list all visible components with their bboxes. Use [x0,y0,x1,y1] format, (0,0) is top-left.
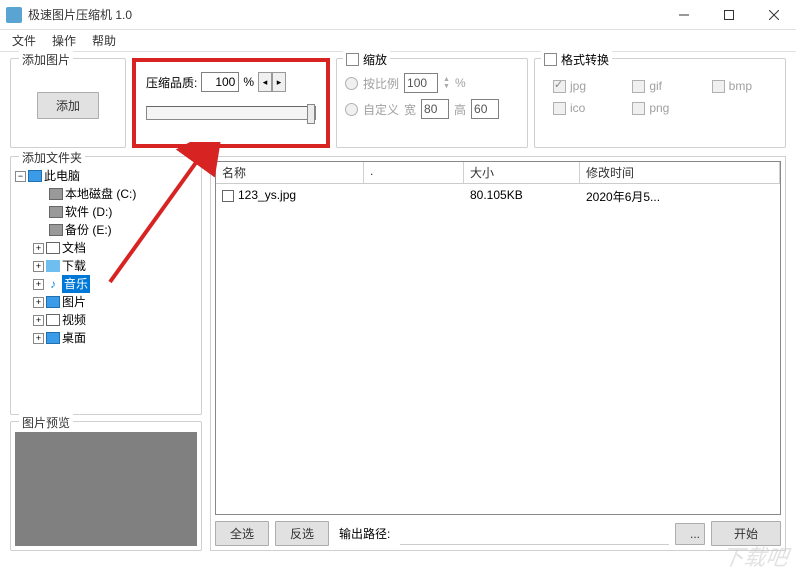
collapse-icon[interactable]: − [15,171,26,182]
col-name[interactable]: 名称 [216,162,364,183]
ratio-input [404,73,438,93]
drive-icon [49,224,63,236]
expand-icon[interactable]: + [33,279,44,290]
row-checkbox[interactable] [222,190,234,202]
desktop-icon [46,332,60,344]
quality-step-left-icon[interactable]: ◂ [258,72,272,92]
quality-step-right-icon[interactable]: ▸ [272,72,286,92]
png-label: png [649,101,669,115]
node-videos[interactable]: 视频 [62,311,86,329]
preview-group: 图片预览 [10,421,202,551]
bmp-checkbox [712,80,725,93]
file-panel: 名称 . 大小 修改时间 123_ys.jpg 80.105KB 2020年6月… [210,156,786,551]
menu-file[interactable]: 文件 [4,30,44,51]
scale-legend: 缩放 [363,51,387,68]
list-row[interactable]: 123_ys.jpg 80.105KB 2020年6月5... [216,184,780,209]
w-label: 宽 [404,101,416,118]
invert-select-button[interactable]: 反选 [275,521,329,546]
width-input [421,99,449,119]
height-input [471,99,499,119]
pc-icon [28,170,42,182]
node-drive-d[interactable]: 软件 (D:) [65,203,112,221]
ratio-radio [345,77,358,90]
preview-area [15,432,197,546]
col-date[interactable]: 修改时间 [580,162,780,183]
bmp-label: bmp [729,79,752,93]
expand-icon[interactable]: + [33,333,44,344]
list-header: 名称 . 大小 修改时间 [216,162,780,184]
quality-label: 压缩品质: [146,74,197,91]
quality-slider[interactable] [146,106,316,120]
window-title: 极速图片压缩机 1.0 [28,6,661,23]
document-icon [46,242,60,254]
quality-unit: % [243,75,254,89]
expand-icon[interactable]: + [33,315,44,326]
expand-icon[interactable]: + [33,261,44,272]
col-dot[interactable]: . [364,162,464,183]
node-drive-c[interactable]: 本地磁盘 (C:) [65,185,136,203]
add-picture-legend: 添加图片 [19,51,73,68]
row-date: 2020年6月5... [580,186,780,207]
maximize-button[interactable] [706,0,751,29]
gif-label: gif [649,79,662,93]
format-legend: 格式转换 [561,51,609,68]
node-downloads[interactable]: 下载 [62,257,86,275]
folder-group: 添加文件夹 −此电脑 本地磁盘 (C:) 软件 (D:) 备份 (E:) +文档… [10,156,202,415]
scale-group: 缩放 按比例 ▲ ▼ % 自定义 宽 高 [336,58,528,148]
row-name: 123_ys.jpg [238,188,296,202]
folder-tree[interactable]: − 此电脑 本地磁盘 (C:) 软件 (D:) 备份 (E:) + 文档 + 下载 +… [15,167,197,347]
file-list[interactable]: 名称 . 大小 修改时间 123_ys.jpg 80.105KB 2020年6月… [215,161,781,515]
node-desktop[interactable]: 桌面 [62,329,86,347]
add-button[interactable]: 添加 [37,92,99,119]
node-pc[interactable]: 此电脑 [44,167,80,185]
ratio-down-icon: ▼ [443,83,450,90]
select-all-button[interactable]: 全选 [215,521,269,546]
menu-operate[interactable]: 操作 [44,30,84,51]
output-path-display [400,523,669,545]
output-label: 输出路径: [335,525,394,542]
start-button[interactable]: 开始 [711,521,781,546]
add-picture-group: 添加图片 添加 [10,58,126,148]
expand-icon[interactable]: + [33,243,44,254]
node-music[interactable]: 音乐 [62,275,90,293]
app-icon [6,7,22,23]
node-docs[interactable]: 文档 [62,239,86,257]
pictures-icon [46,296,60,308]
slider-thumb[interactable] [307,104,315,124]
scale-checkbox[interactable] [346,53,359,66]
preview-legend: 图片预览 [19,414,73,431]
ico-checkbox [553,102,566,115]
music-icon: ♪ [46,278,60,290]
videos-icon [46,314,60,326]
quality-input[interactable] [201,72,239,92]
row-size: 80.105KB [464,186,580,207]
png-checkbox [632,102,645,115]
format-group: 格式转换 jpg gif bmp ico png [534,58,786,148]
format-checkbox[interactable] [544,53,557,66]
ratio-unit: % [455,76,466,90]
browse-button[interactable]: ... [675,523,705,545]
download-icon [46,260,60,272]
ico-label: ico [570,101,585,115]
drive-icon [49,206,63,218]
custom-radio [345,103,358,116]
h-label: 高 [454,101,466,118]
node-drive-e[interactable]: 备份 (E:) [65,221,112,239]
quality-group: 压缩品质: % ◂ ▸ [132,58,330,148]
custom-label: 自定义 [363,101,399,118]
jpg-checkbox [553,80,566,93]
menu-help[interactable]: 帮助 [84,30,124,51]
expand-icon[interactable]: + [33,297,44,308]
gif-checkbox [632,80,645,93]
col-size[interactable]: 大小 [464,162,580,183]
jpg-label: jpg [570,79,586,93]
drive-icon [49,188,63,200]
ratio-label: 按比例 [363,75,399,92]
ratio-up-icon: ▲ [443,76,450,83]
minimize-button[interactable] [661,0,706,29]
node-pictures[interactable]: 图片 [62,293,86,311]
folder-legend: 添加文件夹 [19,149,85,166]
close-button[interactable] [751,0,796,29]
